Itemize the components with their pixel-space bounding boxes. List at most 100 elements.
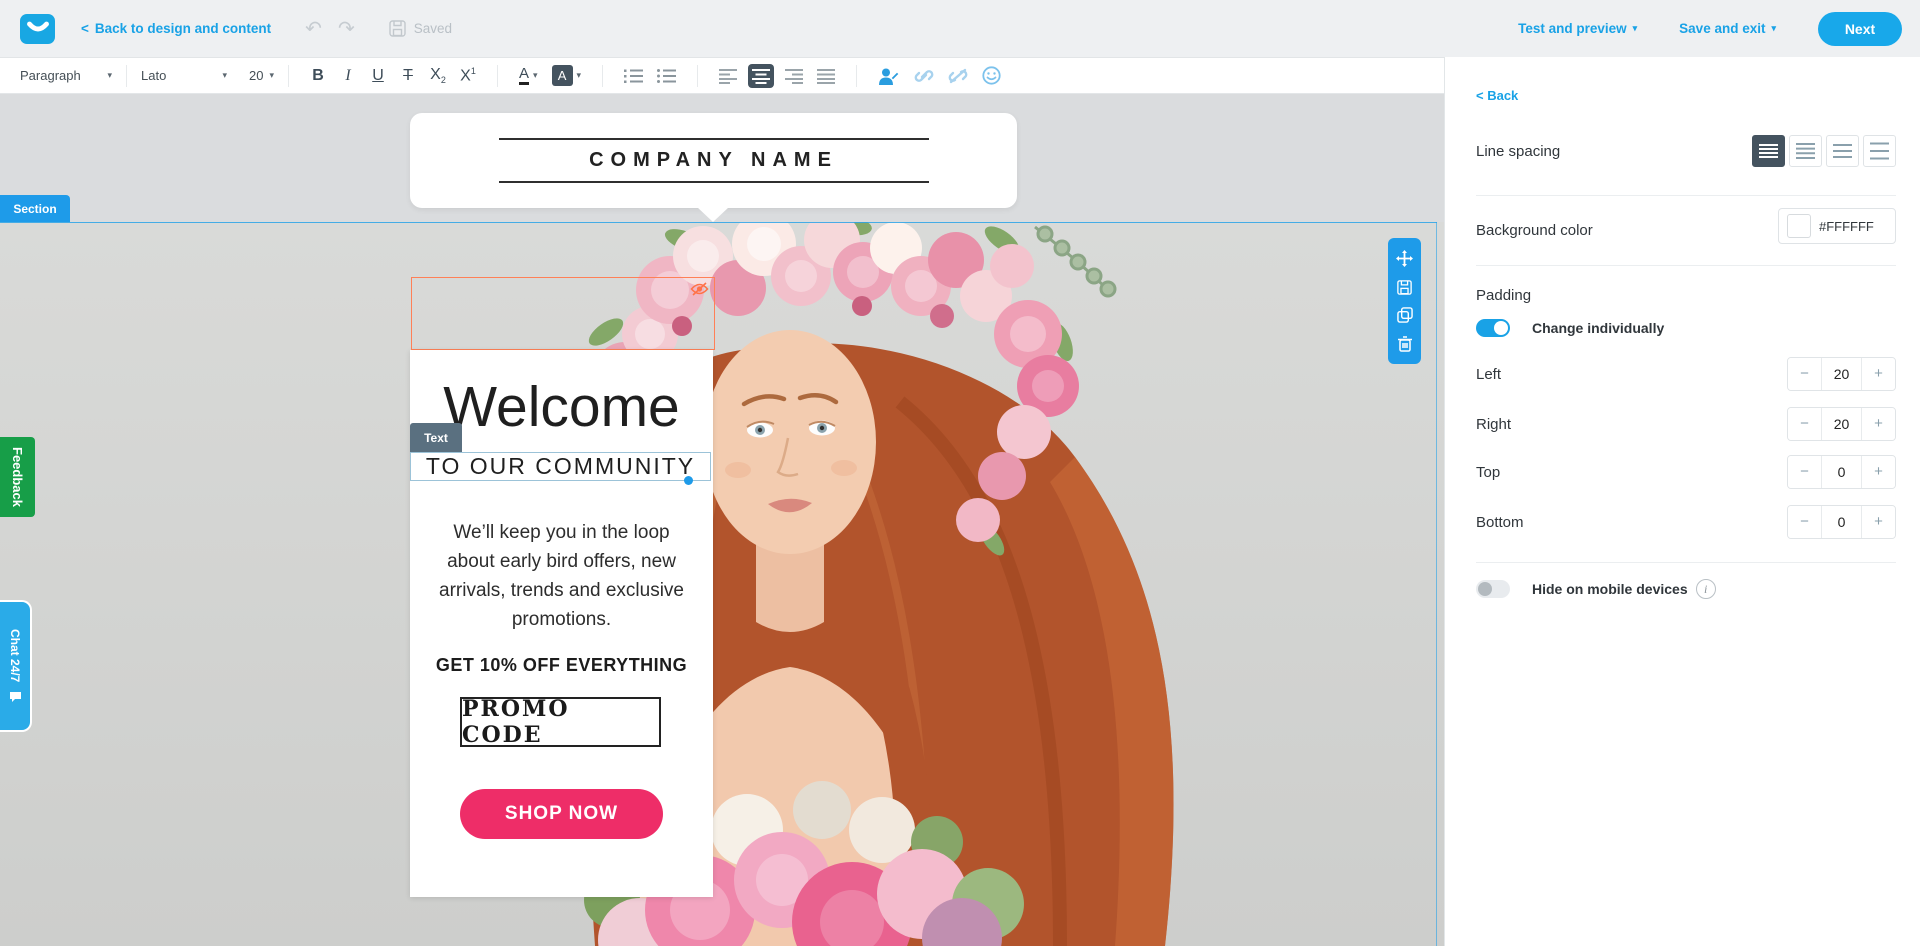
feedback-label: Feedback (10, 447, 25, 507)
text-block-card[interactable]: Welcome Text TO OUR COMMUNITY We’ll keep… (410, 350, 713, 897)
redo-icon[interactable]: ↷ (338, 19, 355, 39)
font-size-select[interactable]: 20 ▾ (249, 68, 274, 83)
italic-button[interactable]: I (340, 67, 356, 85)
padding-top-stepper: − 0 + (1787, 455, 1896, 489)
save-and-exit-label: Save and exit (1679, 21, 1765, 36)
test-and-preview-menu[interactable]: Test and preview ▾ (1518, 21, 1637, 36)
padding-left-label: Left (1476, 366, 1501, 383)
padding-bottom-value[interactable]: 0 (1821, 506, 1862, 538)
save-and-exit-menu[interactable]: Save and exit ▾ (1679, 21, 1776, 36)
subscript-button[interactable]: X2 (430, 66, 446, 85)
padding-row-right: Right − 20 + (1476, 407, 1896, 441)
hide-mobile-toggle[interactable] (1476, 580, 1510, 598)
app-logo-icon[interactable] (20, 14, 55, 44)
color-swatch (1787, 214, 1811, 238)
duplicate-icon[interactable] (1397, 307, 1413, 323)
chevron-down-icon: ▾ (1633, 24, 1638, 33)
align-center-button[interactable] (748, 64, 774, 88)
font-family-select[interactable]: Lato ▾ (141, 68, 227, 83)
chevron-down-icon: ▾ (107, 71, 112, 80)
paragraph-style-select[interactable]: Paragraph ▾ (20, 68, 112, 83)
selected-text-element[interactable]: TO OUR COMMUNITY (410, 452, 711, 481)
align-left-button[interactable] (719, 68, 737, 84)
link-icon[interactable] (914, 67, 934, 85)
minus-button[interactable]: − (1788, 408, 1821, 440)
panel-back-link[interactable]: < Back (1476, 88, 1518, 103)
toolbar-divider (126, 65, 127, 87)
body-paragraph[interactable]: We’ll keep you in the loop about early b… (410, 518, 713, 634)
superscript-mark: 1 (471, 66, 476, 76)
offer-line[interactable]: GET 10% OFF EVERYTHING (410, 655, 713, 676)
save-status: Saved (389, 20, 452, 37)
info-icon[interactable]: i (1696, 579, 1716, 599)
hide-mobile-label: Hide on mobile devices (1532, 581, 1688, 597)
floppy-icon (389, 20, 406, 37)
delete-icon[interactable] (1398, 336, 1412, 352)
selection-handle[interactable] (684, 476, 693, 485)
back-to-design-link[interactable]: < Back to design and content (81, 21, 271, 36)
toggle-knob (1478, 582, 1492, 596)
panel-divider (1476, 562, 1896, 563)
padding-right-value[interactable]: 20 (1821, 408, 1862, 440)
line-spacing-option-3[interactable] (1826, 135, 1859, 167)
padding-row-left: Left − 20 + (1476, 357, 1896, 391)
underline-button[interactable]: U (370, 67, 386, 85)
toolbar-divider (697, 65, 698, 87)
unlink-icon[interactable] (948, 67, 968, 85)
change-individually-toggle[interactable] (1476, 319, 1510, 337)
promo-code-button[interactable]: PROMO CODE (460, 697, 661, 747)
padding-top-value[interactable]: 0 (1821, 456, 1862, 488)
toolbar-divider (497, 65, 498, 87)
section-tag[interactable]: Section (0, 195, 70, 222)
align-right-button[interactable] (785, 68, 803, 84)
header-block[interactable]: COMPANY NAME (410, 113, 1017, 208)
hide-mobile-row: Hide on mobile devices i (1476, 579, 1716, 599)
background-color-picker[interactable]: #FFFFFF (1778, 208, 1896, 244)
panel-divider (1476, 195, 1896, 196)
text-color-button[interactable]: A ▾ (519, 66, 538, 86)
save-template-icon[interactable] (1397, 280, 1412, 295)
padding-row-bottom: Bottom − 0 + (1476, 505, 1896, 539)
subscript-mark: 2 (441, 75, 446, 85)
strikethrough-button[interactable]: T (400, 67, 416, 85)
ordered-list-button[interactable] (624, 68, 643, 84)
line-spacing-option-1[interactable] (1752, 135, 1785, 167)
plus-button[interactable]: + (1862, 408, 1895, 440)
emoji-icon[interactable] (982, 66, 1001, 85)
minus-button[interactable]: − (1788, 358, 1821, 390)
plus-button[interactable]: + (1862, 358, 1895, 390)
chevron-down-icon: ▾ (1771, 24, 1776, 33)
highlight-color-button[interactable]: A ▾ (552, 65, 582, 86)
bullet-list-button[interactable] (657, 68, 676, 84)
hero-photo (0, 222, 1444, 946)
personalize-icon[interactable] (878, 67, 900, 85)
line-spacing-option-2[interactable] (1789, 135, 1822, 167)
shop-now-button[interactable]: SHOP NOW (460, 789, 663, 839)
section-border-top (0, 222, 1437, 223)
chat-tab[interactable]: Chat 24/7 (0, 600, 32, 732)
plus-button[interactable]: + (1862, 456, 1895, 488)
feedback-tab[interactable]: Feedback (0, 437, 35, 517)
company-name[interactable]: COMPANY NAME (499, 138, 929, 183)
plus-button[interactable]: + (1862, 506, 1895, 538)
line-spacing-label: Line spacing (1476, 143, 1560, 160)
line-spacing-option-4[interactable] (1863, 135, 1896, 167)
text-block-tag[interactable]: Text (410, 423, 462, 453)
align-justify-button[interactable] (817, 68, 835, 84)
email-canvas: Section COMPANY NAME Welcome Text TO OUR… (0, 94, 1444, 946)
chevron-down-icon: ▾ (269, 71, 274, 80)
community-subheading: TO OUR COMMUNITY (426, 453, 695, 480)
padding-left-value[interactable]: 20 (1821, 358, 1862, 390)
undo-icon[interactable]: ↶ (305, 19, 322, 39)
bubble-pointer (697, 207, 729, 222)
hidden-block-outline[interactable] (411, 277, 715, 350)
next-button[interactable]: Next (1818, 12, 1902, 46)
minus-button[interactable]: − (1788, 456, 1821, 488)
padding-top-label: Top (1476, 464, 1500, 481)
padding-bottom-stepper: − 0 + (1787, 505, 1896, 539)
move-icon[interactable] (1396, 250, 1413, 267)
minus-button[interactable]: − (1788, 506, 1821, 538)
font-family-value: Lato (141, 68, 166, 83)
bold-button[interactable]: B (310, 67, 326, 85)
superscript-button[interactable]: X1 (460, 66, 476, 85)
